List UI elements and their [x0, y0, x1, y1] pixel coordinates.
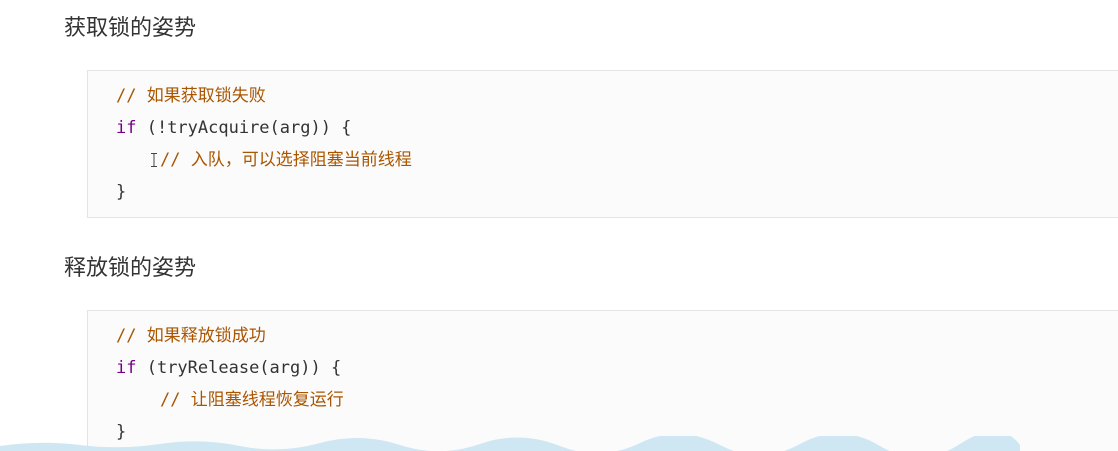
code-keyword-if: if — [116, 358, 137, 378]
code-comment: // 入队，可以选择阻塞当前线程 — [160, 150, 412, 170]
code-brace: } — [116, 182, 127, 202]
code-comment: // 如果获取锁失败 — [116, 86, 266, 106]
bottom-wave-decoration — [0, 436, 1020, 451]
text-cursor-icon — [151, 153, 157, 167]
section-heading-release-lock: 释放锁的姿势 — [64, 256, 197, 281]
code-line-body: // 入队，可以选择阻塞当前线程 — [160, 144, 412, 176]
code-comment: // 如果释放锁成功 — [116, 326, 266, 346]
code-keyword-if: if — [116, 118, 137, 138]
code-line-comment: // 如果释放锁成功 — [116, 320, 266, 352]
code-condition: (tryRelease(arg)) { — [136, 358, 342, 378]
code-line-if: if (tryRelease(arg)) { — [116, 352, 341, 384]
section-heading-acquire-lock: 获取锁的姿势 — [64, 16, 197, 41]
code-line-if: if (!tryAcquire(arg)) { — [116, 112, 351, 144]
code-line-body: // 让阻塞线程恢复运行 — [160, 384, 344, 416]
code-block-release[interactable]: // 如果释放锁成功 if (tryRelease(arg)) { // 让阻塞… — [87, 310, 1118, 451]
code-line-comment: // 如果获取锁失败 — [116, 80, 266, 112]
code-comment: // 让阻塞线程恢复运行 — [160, 390, 344, 410]
code-condition: (!tryAcquire(arg)) { — [136, 118, 352, 138]
code-line-close-brace: } — [116, 176, 126, 208]
code-block-acquire[interactable]: // 如果获取锁失败 if (!tryAcquire(arg)) { // 入队… — [87, 70, 1118, 218]
